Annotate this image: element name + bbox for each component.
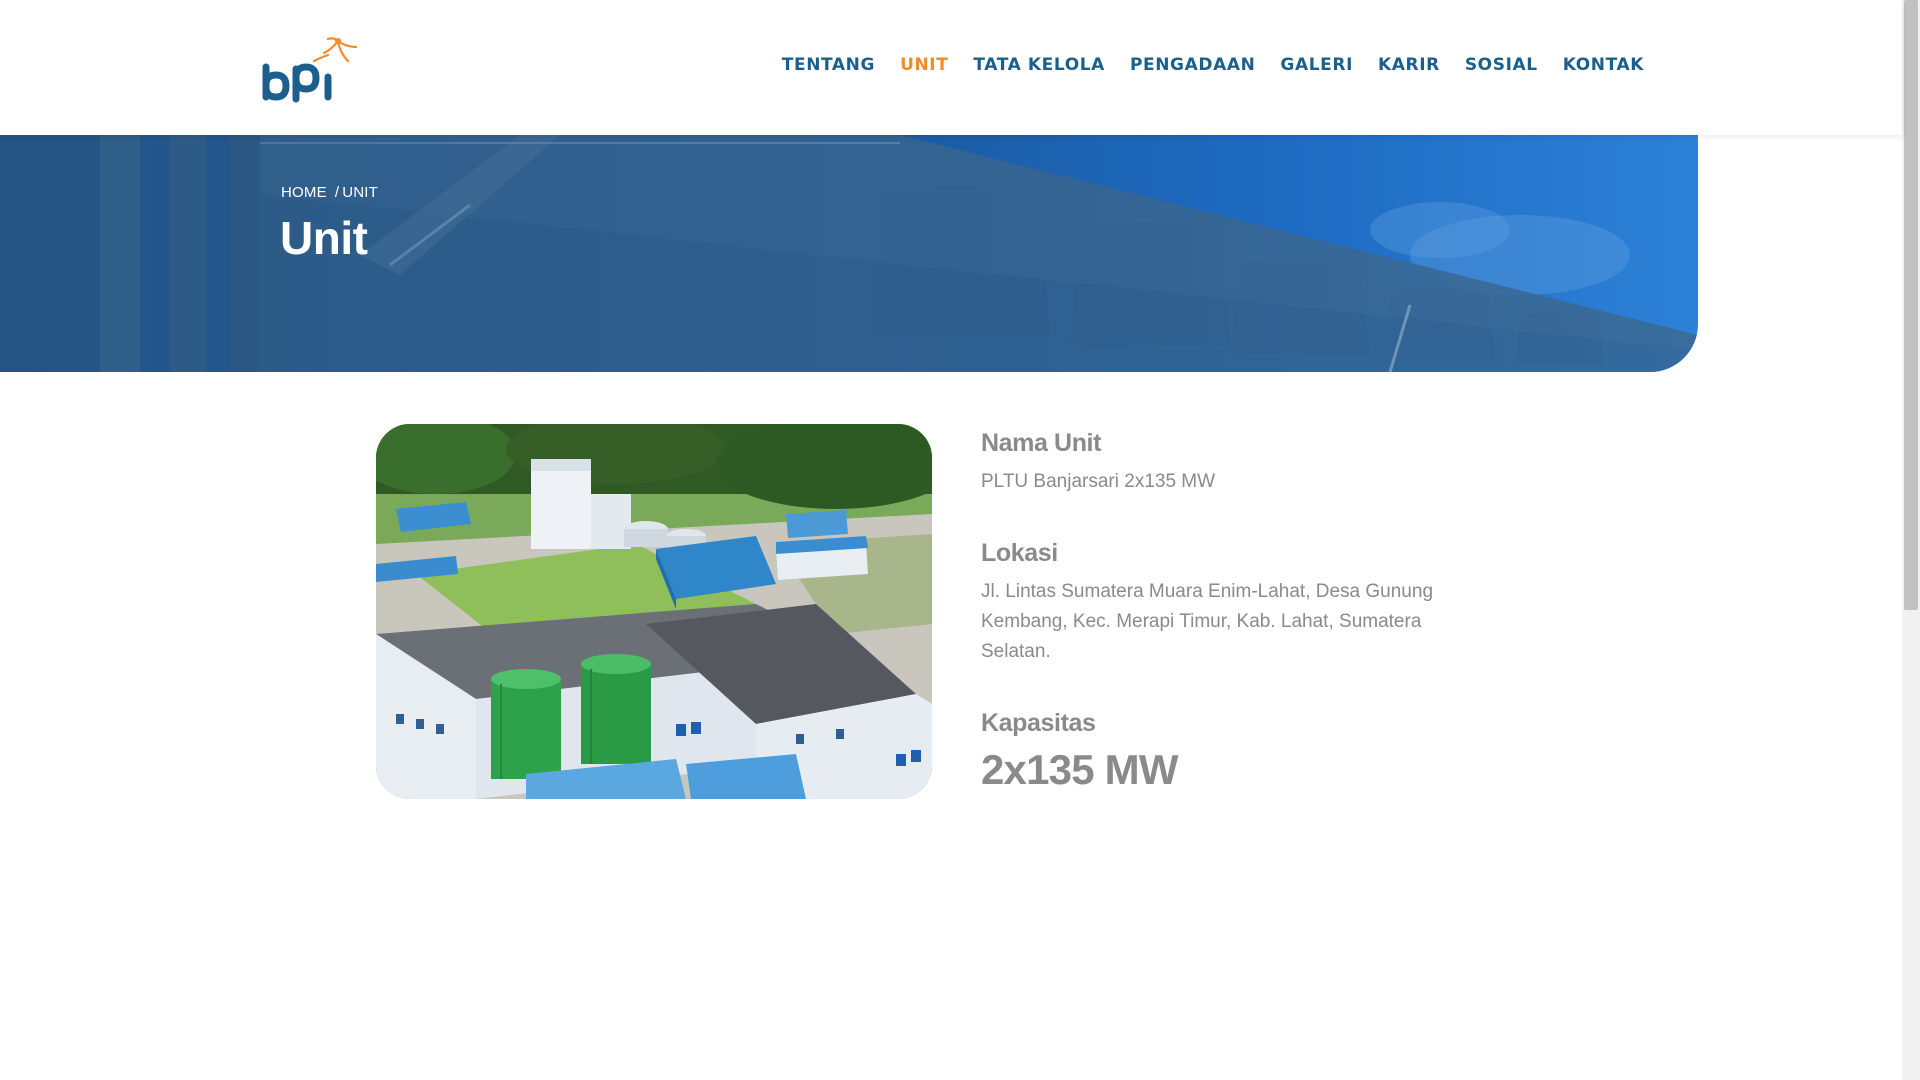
main-nav: TENTANG UNIT TATA KELOLA PENGADAAN GALER… bbox=[757, 55, 1644, 75]
breadcrumb: HOME / UNIT bbox=[281, 184, 378, 201]
hero-banner: HOME / UNIT Unit bbox=[0, 135, 1698, 372]
nav-galeri[interactable]: GALERI bbox=[1280, 55, 1353, 75]
unit-name-label: Nama Unit bbox=[981, 429, 1102, 457]
nav-pengadaan[interactable]: PENGADAAN bbox=[1130, 55, 1255, 75]
nav-kontak[interactable]: KONTAK bbox=[1563, 55, 1644, 75]
capacity-label: Kapasitas bbox=[981, 709, 1096, 737]
location-label: Lokasi bbox=[981, 539, 1058, 567]
bpi-logo[interactable] bbox=[262, 33, 362, 103]
breadcrumb-home-link[interactable]: HOME bbox=[281, 184, 327, 201]
breadcrumb-current: UNIT bbox=[342, 184, 378, 201]
nav-karir[interactable]: KARIR bbox=[1378, 55, 1440, 75]
nav-sosial[interactable]: SOSIAL bbox=[1465, 55, 1538, 75]
unit-name-value: PLTU Banjarsari 2x135 MW bbox=[981, 471, 1216, 492]
breadcrumb-separator: / bbox=[334, 184, 340, 201]
location-value: Jl. Lintas Sumatera Muara Enim-Lahat, De… bbox=[981, 581, 1434, 662]
nav-tentang[interactable]: TENTANG bbox=[782, 55, 875, 75]
page: TENTANG UNIT TATA KELOLA PENGADAAN GALER… bbox=[0, 0, 1920, 1080]
page-title: Unit bbox=[280, 212, 368, 264]
hero-overlay bbox=[0, 135, 1698, 372]
site-header: TENTANG UNIT TATA KELOLA PENGADAAN GALER… bbox=[0, 0, 1902, 135]
capacity-value: 2x135 MW bbox=[981, 746, 1179, 793]
unit-photo bbox=[376, 424, 932, 799]
scrollbar-thumb[interactable] bbox=[1904, 0, 1918, 610]
page-scrollbar[interactable] bbox=[1902, 0, 1920, 1080]
nav-unit[interactable]: UNIT bbox=[900, 55, 948, 75]
nav-tata-kelola[interactable]: TATA KELOLA bbox=[973, 55, 1105, 75]
